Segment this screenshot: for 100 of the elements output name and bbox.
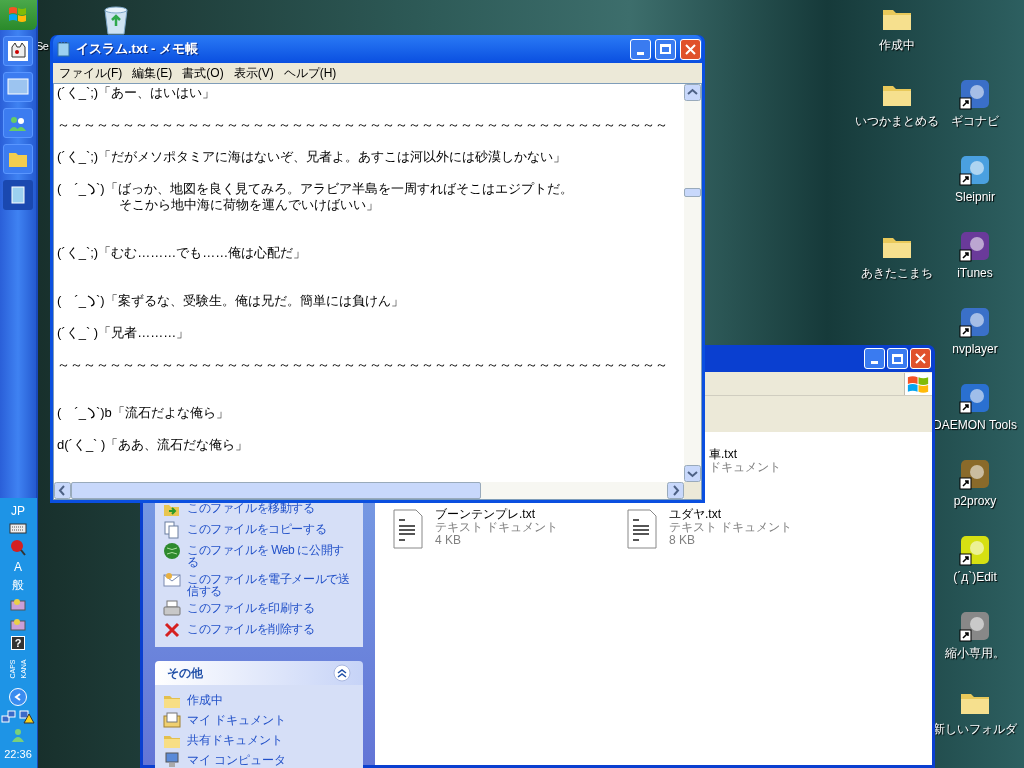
maximize-button[interactable]	[655, 38, 676, 60]
quick-launch-button[interactable]	[3, 180, 33, 210]
quick-launch-button[interactable]	[3, 36, 33, 66]
envelope-icon	[163, 571, 181, 589]
documents-icon	[163, 712, 181, 728]
scroll-right-icon	[667, 482, 684, 499]
menu-item[interactable]: ヘルプ(H)	[283, 64, 337, 82]
menu-item[interactable]: 表示(V)	[233, 64, 274, 82]
menu-item[interactable]: ファイル(F)	[59, 64, 123, 82]
iteration-mark-icon	[85, 405, 96, 419]
desktop-icon-label[interactable]: p2proxy	[953, 494, 997, 508]
copy-icon	[163, 521, 181, 539]
desktop-icon-label[interactable]: 縮小専用。	[945, 646, 1005, 660]
network-icon	[1, 709, 17, 724]
computer-icon	[163, 752, 181, 768]
task-link[interactable]: このファイルを印刷する	[187, 600, 355, 614]
shortcut-icon	[959, 382, 991, 414]
place-link[interactable]: 作成中	[187, 691, 223, 709]
text-file-icon	[391, 508, 425, 550]
shortcut-icon	[959, 78, 991, 110]
desktop-icon-label[interactable]: ギコナビ	[951, 114, 999, 128]
text-file-icon	[625, 508, 659, 550]
iteration-mark-icon	[85, 181, 96, 195]
desktop-icon-label[interactable]: (´д`)Edit	[953, 570, 997, 584]
file-name[interactable]: ユダヤ.txt	[669, 508, 793, 521]
text-line: (´く_`;)「むむ………でも……俺は心配だ」	[57, 245, 307, 261]
quick-launch-button[interactable]	[3, 72, 33, 102]
window-title: イスラム.txt - メモ帳	[76, 40, 200, 59]
place-link[interactable]: 共有ドキュメント	[187, 731, 283, 749]
delete-icon	[163, 621, 181, 639]
text-line: そこから地中海に荷物を運んでいけばいい」	[118, 197, 379, 213]
close-icon	[915, 353, 926, 364]
desktop-icon-label[interactable]: Sleipnir	[955, 190, 995, 204]
file-size: 8 KB	[669, 534, 696, 547]
section-title: その他	[167, 665, 203, 682]
task-link[interactable]: このファイルを電子メールで送信する	[187, 571, 355, 597]
task-link[interactable]: このファイルを削除する	[187, 621, 355, 635]
scroll-thumb[interactable]	[684, 188, 701, 197]
text-line: ( ´_ `)b「流石だよな俺ら」	[57, 405, 229, 421]
file-size: 4 KB	[435, 534, 462, 547]
windows-logo-icon	[7, 5, 29, 25]
text-line: (´く_`;)「あー、はいはい」	[57, 85, 216, 101]
desktop-icon-label[interactable]: iTunes	[957, 266, 993, 280]
close-button[interactable]	[910, 348, 931, 369]
file-type: テキスト ドキュメント	[669, 521, 793, 534]
desktop-icon-label[interactable]: nvplayer	[952, 342, 998, 356]
desktop-icon-label[interactable]: 作成中	[879, 38, 915, 52]
file-name[interactable]: ブーンテンプレ.txt	[435, 508, 559, 521]
expand-tray-button[interactable]	[9, 687, 27, 706]
windows-logo-icon	[904, 372, 932, 395]
text-line: (´く_`;)「だがメソポタミアに海はないぞ、兄者よ。あすこは河以外には砂漠しかない」	[57, 149, 567, 165]
minimize-button[interactable]	[630, 38, 651, 60]
printer-icon	[163, 600, 181, 618]
file-type: ドキュメント	[709, 461, 781, 474]
menu-item[interactable]: 編集(E)	[132, 64, 173, 82]
desktop-icon-label[interactable]: あきたこまち	[861, 266, 933, 280]
close-button[interactable]	[680, 38, 701, 60]
keyboard-icon	[9, 521, 27, 534]
notepad-icon	[56, 41, 72, 57]
shortcut-icon	[959, 458, 991, 490]
minimize-button[interactable]	[864, 348, 885, 369]
desktop-icon-label[interactable]: 新しいフォルダ	[933, 722, 1017, 736]
text-line: ( ´_ `)「ばっか、地図を良く見てみろ。アラビア半島を一周すればそこはエジプトだ。	[57, 181, 573, 197]
file-type: テキスト ドキュメント	[435, 521, 559, 534]
scroll-left-icon	[54, 482, 71, 499]
shortcut-icon	[959, 610, 991, 642]
tray-label: JP	[11, 503, 25, 518]
text-line: ～～～～～～～～～～～～～～～～～～～～～～～～～～～～～～～～～～～～～～～～～～～～～～～	[57, 357, 668, 373]
tray-label: A	[14, 559, 22, 574]
help-icon[interactable]: ?	[11, 635, 25, 650]
place-link[interactable]: マイ コンピュータ	[187, 751, 287, 768]
menu-item[interactable]: 書式(O)	[182, 64, 224, 82]
text-line: ( ´_ `)「案ずるな、受験生。俺は兄だ。簡単には負けん」	[57, 293, 404, 309]
shortcut-icon	[959, 306, 991, 338]
chevron-left-icon	[14, 692, 22, 701]
section-header[interactable]: その他	[155, 661, 363, 685]
desktop-icon-label[interactable]: いつかまとめる	[855, 114, 939, 128]
shortcut-icon	[959, 154, 991, 186]
vertical-scrollbar[interactable]	[684, 84, 701, 482]
cat-icon	[6, 39, 30, 63]
scroll-thumb[interactable]	[71, 482, 481, 499]
clock: 22:36	[4, 746, 32, 762]
shortcut-icon	[959, 230, 991, 262]
file-name[interactable]: 車.txt	[709, 448, 781, 461]
horizontal-scrollbar[interactable]	[54, 482, 684, 499]
text-line: d(´く_` )「ああ、流石だな俺ら」	[57, 437, 249, 453]
quick-launch-button[interactable]	[3, 108, 33, 138]
maximize-button[interactable]	[887, 348, 908, 369]
place-link[interactable]: マイ ドキュメント	[187, 711, 287, 729]
task-link[interactable]: このファイルを Web に公開する	[187, 542, 355, 568]
resize-grip[interactable]	[684, 482, 701, 499]
start-button[interactable]	[0, 0, 37, 30]
scroll-up-icon	[684, 84, 701, 101]
task-link[interactable]: このファイルをコピーする	[187, 521, 355, 535]
recycle-bin-icon	[101, 4, 131, 36]
shortcut-icon	[959, 534, 991, 566]
text-line: (´く_` )「兄者………」	[57, 325, 190, 341]
task-link[interactable]: このファイルを移動する	[187, 500, 355, 514]
collapse-icon	[333, 664, 351, 682]
scroll-down-icon	[684, 465, 701, 482]
